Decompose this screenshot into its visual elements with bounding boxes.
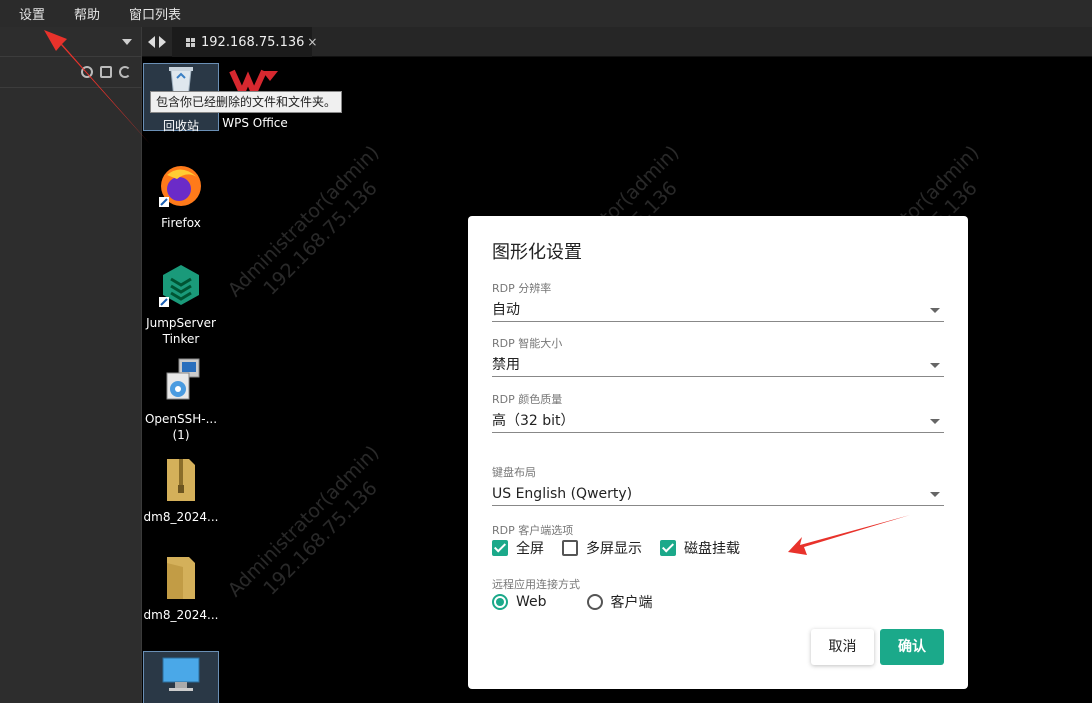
desktop-icon-openssh[interactable]: OpenSSH-... (1) — [143, 355, 219, 443]
confirm-button[interactable]: 确认 — [880, 629, 944, 665]
sidebar-toolbar — [0, 58, 142, 88]
folder-icon — [167, 557, 195, 599]
zip-folder-icon — [167, 459, 195, 501]
dropdown-arrow-icon — [930, 363, 940, 368]
dialog-title: 图形化设置 — [492, 242, 582, 263]
dropdown-arrow-icon — [930, 308, 940, 313]
client-options-label: RDP 客户端选项 — [492, 524, 574, 537]
checkbox-checked-icon[interactable] — [660, 540, 676, 556]
keyboard-layout-select[interactable]: US English (Qwerty) — [492, 482, 944, 506]
checkbox-fullscreen[interactable]: 全屏 — [492, 538, 544, 558]
chevron-down-icon[interactable] — [122, 39, 132, 45]
computer-icon — [162, 657, 200, 691]
radio-selected-icon[interactable] — [492, 594, 508, 610]
tab-scroll-arrows[interactable] — [148, 36, 168, 48]
rdp-smart-size-select[interactable]: 禁用 — [492, 353, 944, 377]
radio-unselected-icon[interactable] — [586, 594, 603, 610]
rdp-resolution-field[interactable]: RDP 分辨率 自动 — [492, 280, 944, 322]
menu-help[interactable]: 帮助 — [74, 4, 100, 23]
dropdown-arrow-icon — [930, 492, 940, 497]
menu-bar: 设置 帮助 窗口列表 — [0, 0, 1092, 27]
field-label: RDP 颜色质量 — [492, 393, 563, 406]
rdp-resolution-select[interactable]: 自动 — [492, 298, 944, 322]
client-options-group: 全屏 多屏显示 磁盘挂载 — [492, 538, 758, 558]
checkbox-multi-monitor[interactable]: 多屏显示 — [562, 538, 642, 558]
radio-client[interactable]: 客户端 — [586, 592, 653, 612]
dropdown-arrow-icon — [930, 419, 940, 424]
desktop-icon-firefox[interactable]: Firefox — [143, 161, 219, 231]
field-label: RDP 分辨率 — [492, 282, 552, 295]
refresh-icon[interactable] — [119, 66, 131, 78]
radio-web[interactable]: Web — [492, 594, 547, 610]
desktop-icon-computer[interactable] — [143, 651, 219, 703]
checkbox-drive-mount[interactable]: 磁盘挂载 — [660, 538, 740, 558]
cancel-button[interactable]: 取消 — [811, 629, 874, 665]
remote-app-mode-label: 远程应用连接方式 — [492, 578, 580, 591]
watermark: Administrator(admin)192.168.75.136 — [223, 441, 384, 602]
installer-icon — [166, 358, 200, 400]
desktop-icon-dm8-zip[interactable]: dm8_2024... — [143, 455, 219, 525]
windows-icon — [186, 37, 195, 47]
rdp-color-quality-field[interactable]: RDP 颜色质量 高（32 bit） — [492, 391, 944, 433]
sidebar-select[interactable] — [0, 27, 142, 57]
jumpserver-icon — [159, 265, 199, 307]
menu-window-list[interactable]: 窗口列表 — [129, 4, 181, 23]
watermark: Administrator(admin)192.168.75.136 — [223, 141, 384, 302]
rdp-smart-size-field[interactable]: RDP 智能大小 禁用 — [492, 335, 944, 377]
sidebar — [0, 27, 142, 703]
graphics-settings-dialog: 图形化设置 RDP 分辨率 自动 RDP 智能大小 禁用 RDP 颜色质量 高（… — [468, 216, 968, 689]
tab-close-button[interactable]: × — [307, 35, 317, 49]
desktop-icon-dm8-folder[interactable]: dm8_2024... — [143, 553, 219, 623]
square-icon[interactable] — [100, 66, 112, 78]
checkbox-unchecked-icon[interactable] — [562, 540, 578, 556]
arrow-left-icon[interactable] — [148, 36, 155, 48]
tooltip: 包含你已经删除的文件和文件夹。 — [150, 91, 343, 113]
circle-icon[interactable] — [81, 66, 93, 78]
desktop-icon-jumpserver[interactable]: JumpServer Tinker — [143, 261, 219, 347]
checkbox-checked-icon[interactable] — [492, 540, 508, 556]
remote-app-mode-group: Web 客户端 — [492, 592, 693, 612]
rdp-color-quality-select[interactable]: 高（32 bit） — [492, 409, 944, 433]
arrow-right-icon[interactable] — [159, 36, 166, 48]
tab-session[interactable]: 192.168.75.136 × — [172, 27, 317, 57]
keyboard-layout-field[interactable]: 键盘布局 US English (Qwerty) — [492, 464, 944, 506]
firefox-icon — [159, 166, 201, 207]
field-label: 键盘布局 — [492, 466, 536, 479]
field-label: RDP 智能大小 — [492, 337, 563, 350]
tab-title: 192.168.75.136 — [201, 34, 305, 50]
tab-bar: 192.168.75.136 × — [142, 27, 1092, 57]
menu-settings[interactable]: 设置 — [19, 4, 45, 23]
